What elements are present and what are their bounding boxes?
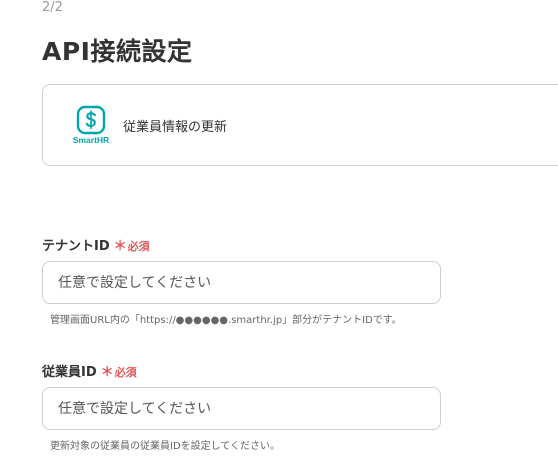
employee-id-help-text: 更新対象の従業員の従業員IDを設定してください。 bbox=[50, 441, 281, 452]
tenant-id-input[interactable] bbox=[42, 261, 441, 304]
required-badge: 必須 bbox=[114, 366, 137, 379]
smarthr-logo-icon: SmartHR bbox=[69, 104, 113, 148]
tenant-id-help-text: 管理画面URL内の「https://●●●●●●.smarthr.jp」部分がテ… bbox=[50, 315, 402, 326]
app-brand-label: SmartHR bbox=[72, 135, 110, 145]
page: 2/2 API接続設定 SmartHR 従業員情報の更新 テナントID＊必須 管… bbox=[0, 0, 558, 469]
employee-id-input[interactable] bbox=[42, 387, 441, 430]
required-star-icon: ＊ bbox=[113, 239, 127, 254]
required-star-icon: ＊ bbox=[100, 365, 114, 380]
employee-id-label: 従業員ID ＊必須 bbox=[42, 361, 137, 380]
app-action-card: SmartHR 従業員情報の更新 bbox=[42, 84, 558, 166]
step-counter: 2/2 bbox=[42, 0, 63, 15]
required-badge: 必須 bbox=[127, 240, 150, 253]
tenant-id-label-text: テナントID bbox=[42, 239, 110, 254]
employee-id-label-text: 従業員ID bbox=[42, 365, 97, 380]
action-name: 従業員情報の更新 bbox=[123, 120, 228, 135]
tenant-id-label: テナントID ＊必須 bbox=[42, 235, 150, 254]
page-title: API接続設定 bbox=[42, 37, 193, 66]
